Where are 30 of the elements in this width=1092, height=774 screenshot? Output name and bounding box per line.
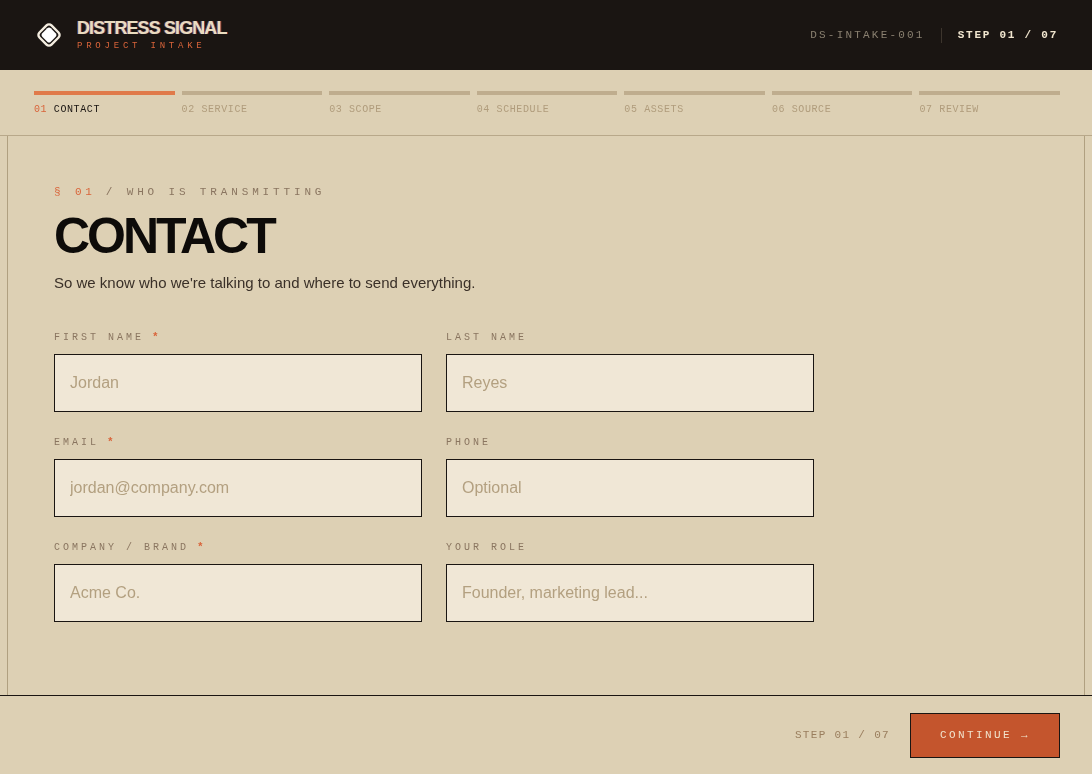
required-mark: * bbox=[152, 330, 159, 346]
footer-step-counter: STEP 01 / 07 bbox=[794, 727, 890, 743]
text-field[interactable]: Optional bbox=[446, 458, 814, 517]
required-mark: * bbox=[197, 540, 204, 556]
step-label: 02 SERVICE bbox=[181, 104, 248, 116]
reference-code: DS-INTAKE-001 bbox=[810, 27, 925, 43]
field-label: COMPANY / BRAND bbox=[54, 541, 189, 555]
section-kicker: / WHO IS TRANSMITTING bbox=[105, 185, 326, 200]
section-number: § 01 bbox=[54, 185, 96, 200]
section-description: So we know who we're talking to and where to send everything. bbox=[54, 272, 476, 293]
field-label: FIRST NAME bbox=[54, 331, 144, 345]
step-counter: STEP 01 / 07 bbox=[957, 27, 1058, 43]
text-field[interactable]: Jordan bbox=[54, 353, 422, 412]
step-label: 04 SCHEDULE bbox=[476, 104, 550, 116]
step-label: 07 REVIEW bbox=[919, 104, 979, 116]
required-mark: * bbox=[107, 435, 114, 451]
text-field[interactable]: Reyes bbox=[446, 353, 814, 412]
text-field[interactable]: jordan@company.com bbox=[54, 458, 422, 517]
continue-button[interactable]: CONTINUE → bbox=[910, 712, 1060, 758]
text-field[interactable]: Founder, marketing lead... bbox=[446, 563, 814, 622]
diamond-logo-icon bbox=[34, 20, 64, 50]
section-title: CONTACT bbox=[54, 208, 274, 263]
field-label: PHONE bbox=[446, 436, 491, 450]
brand-title: DISTRESS SIGNAL bbox=[77, 18, 227, 38]
brand-subtitle: PROJECT INTAKE bbox=[77, 40, 207, 52]
step-label: 01 CONTACT bbox=[34, 104, 101, 116]
text-field[interactable]: Acme Co. bbox=[54, 563, 422, 622]
field-label: LAST NAME bbox=[446, 331, 527, 345]
field-label: YOUR ROLE bbox=[446, 541, 527, 555]
field-label: EMAIL bbox=[54, 436, 99, 450]
